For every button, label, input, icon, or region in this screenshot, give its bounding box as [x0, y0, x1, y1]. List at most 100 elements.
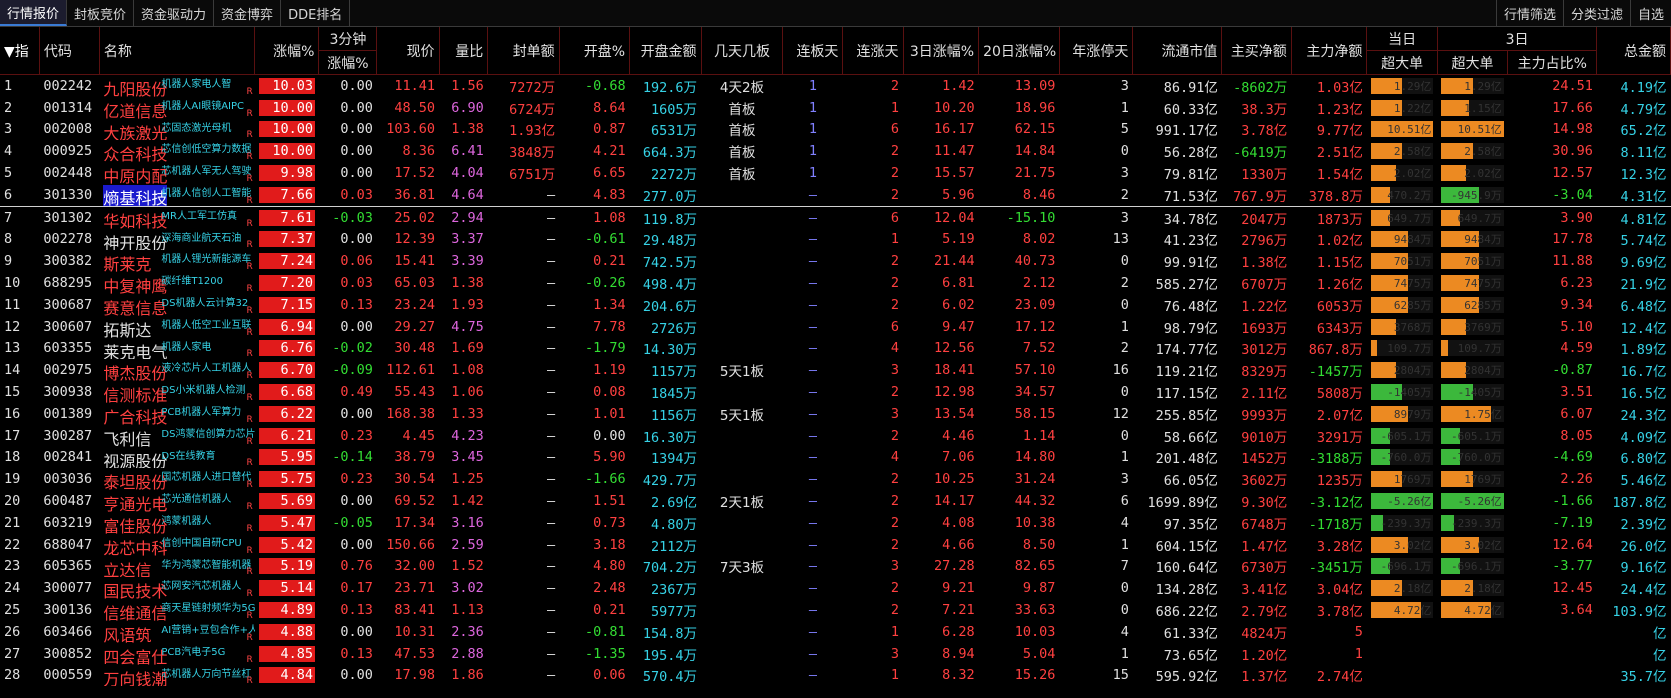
table-row[interactable]: 11 300687 赛意信息 DS机器人云计算32 R 7.15 0.13 23.24 1.93…: [0, 294, 1671, 316]
cell-name[interactable]: 中原内配 芯机器人军无人驾驶 R: [99, 162, 254, 184]
cell-name[interactable]: 赛意信息 DS机器人云计算32 R: [99, 294, 254, 316]
cell-name[interactable]: 熵基科技 机器人信创人工智能 R: [99, 183, 255, 207]
table-row[interactable]: 7 301302 华如科技 MR人工军工仿真 R 7.61 -0.03 25.02 2.94 – 1…: [0, 206, 1671, 229]
col-open-amount[interactable]: 开盘金额: [629, 27, 702, 75]
stock-name[interactable]: 博杰股份: [103, 360, 167, 381]
cell-name[interactable]: 视源股份 DS在线教育 R: [99, 447, 254, 469]
stock-name[interactable]: 信测标准: [103, 382, 167, 403]
col-volume-ratio[interactable]: 量比: [439, 27, 489, 75]
cell-code[interactable]: 301302: [39, 206, 99, 228]
cell-code[interactable]: 300607: [39, 316, 99, 338]
cell-code[interactable]: 002242: [39, 75, 99, 97]
cell-name[interactable]: 风语筑 AI营销+豆包合作+人形R: [99, 621, 254, 643]
table-row[interactable]: 21 603219 富佳股份 鸿蒙机器人 R 5.47 -0.05 17.34 3.16 – 0.7…: [0, 512, 1671, 534]
table-row[interactable]: 15 300938 信测标准 DS小米机器人检测 R 6.68 0.49 55.43 1.06–…: [0, 381, 1671, 403]
table-row[interactable]: 20 600487 亨通光电 芯光通信机器人 R 5.69 0.00 69.52 1.42 – 1.…: [0, 490, 1671, 512]
cell-code[interactable]: 001389: [39, 403, 99, 425]
col-rise-days[interactable]: 连涨天: [842, 27, 904, 75]
table-row[interactable]: 22 688047 龙芯中科 信创中国自研CPU R 5.42 0.00 150.66 2.59…: [0, 534, 1671, 556]
cell-code[interactable]: 300938: [39, 381, 99, 403]
cell-name[interactable]: 华如科技 MR人工军工仿真 R: [99, 206, 254, 229]
col-days-boards[interactable]: 几天几板: [701, 27, 784, 75]
cell-code[interactable]: 300287: [39, 425, 99, 447]
table-row[interactable]: 9 300382 斯莱克 机器人锂光新能源车 R 7.24 0.06 15.41 3.39–0.…: [0, 250, 1671, 272]
stock-name[interactable]: 中原内配: [103, 163, 167, 184]
stock-name[interactable]: 广合科技: [103, 404, 167, 425]
table-row[interactable]: 28 000559 万向钱潮 芯机器人万向节丝杠 R 4.84 0.00 17.98 1.86–…: [0, 665, 1671, 687]
cell-code[interactable]: 300077: [39, 577, 99, 599]
col-change-pct[interactable]: 涨幅%: [254, 27, 320, 75]
table-row[interactable]: 23 605365 立达信 华为鸿蒙芯智能机器 R 5.19 0.76 32.00 1.52–4…: [0, 556, 1671, 578]
cell-name[interactable]: 众合科技 芯信创低空算力数据 R: [99, 140, 254, 162]
stock-name[interactable]: 莱克电气: [103, 339, 167, 360]
watchlist-button[interactable]: 自选: [1629, 0, 1671, 26]
table-row[interactable]: 24 300077 国民技术 芯网安汽芯机器人 R 5.14 0.17 23.71 3.02 – 2…: [0, 577, 1671, 599]
table-row[interactable]: 13 603355 莱克电气 机器人家电 R 6.76 -0.02 30.48 1.69 – -1.…: [0, 338, 1671, 360]
stock-name[interactable]: 拓斯达: [103, 317, 151, 338]
table-row[interactable]: 17 300287 飞利信 DS鸿蒙信创算力芯片 R 6.21 0.23 4.45 4.23 – 0…: [0, 425, 1671, 447]
cell-name[interactable]: 立达信 华为鸿蒙芯智能机器 R: [99, 556, 254, 578]
col-year-limit-days[interactable]: 年涨停天: [1059, 27, 1134, 75]
col-main-net[interactable]: 主力净额: [1291, 27, 1368, 75]
stock-name[interactable]: 赛意信息: [103, 295, 167, 316]
table-row[interactable]: 4 000925 众合科技 芯信创低空算力数据 R 10.00 0.00 8.36 6.41 38…: [0, 140, 1671, 162]
stock-name[interactable]: 风语筑: [103, 622, 151, 643]
stock-name[interactable]: 立达信: [103, 557, 151, 578]
stock-name[interactable]: 亿道信息: [103, 98, 167, 119]
stock-name[interactable]: 富佳股份: [103, 513, 167, 534]
table-row[interactable]: 25300136信维通信商天星链射频华为5G天R4.890.1383.411.1…: [0, 599, 1671, 621]
col-index-sort[interactable]: ▼指: [0, 27, 40, 75]
stock-name[interactable]: 神开股份: [103, 230, 167, 251]
stock-name[interactable]: 熵基科技: [103, 184, 168, 206]
cell-code[interactable]: 600487: [39, 490, 99, 512]
cell-code[interactable]: 300382: [39, 250, 99, 272]
col-3day-pct[interactable]: 3日涨幅%: [903, 27, 980, 75]
cell-code[interactable]: 605365: [39, 556, 99, 578]
stock-name[interactable]: 亨通光电: [103, 491, 167, 512]
cell-code[interactable]: 603355: [39, 338, 99, 360]
stock-name[interactable]: 斯莱克: [103, 251, 151, 272]
col-3day-super[interactable]: 超大单: [1437, 50, 1509, 75]
col-seal-amount[interactable]: 封单额: [487, 27, 560, 75]
stock-name[interactable]: 信维通信: [103, 600, 167, 621]
cell-name[interactable]: 莱克电气 机器人家电 R: [99, 338, 254, 360]
col-total-amount[interactable]: 总金额: [1596, 27, 1671, 75]
table-row[interactable]: 3 002008 大族激光 芯固态激光母机 R 10.00 0.00 103.60 1.38 1.…: [0, 119, 1671, 141]
cell-name[interactable]: 龙芯中科 信创中国自研CPU R: [99, 534, 254, 556]
cell-name[interactable]: 拓斯达 机器人低空工业互联 R: [99, 316, 254, 338]
col-code[interactable]: 代码: [39, 27, 100, 75]
cell-code[interactable]: 000925: [39, 140, 99, 162]
table-row[interactable]: 6 301330 熵基科技 机器人信创人工智能 R 7.66 0.03 36.81 4.64–4…: [0, 183, 1671, 207]
cell-code[interactable]: 300687: [39, 294, 99, 316]
table-row[interactable]: 5 002448 中原内配 芯机器人军无人驾驶 R 9.98 0.00 17.52 4.04 67…: [0, 162, 1671, 184]
stock-name[interactable]: 华如科技: [103, 208, 167, 229]
stock-name[interactable]: 龙芯中科: [103, 535, 167, 556]
cell-code[interactable]: 301330: [39, 183, 100, 207]
tab-auction[interactable]: 封板竞价: [67, 0, 135, 26]
table-row[interactable]: 10 688295 中复神鹰 碳纤维T1200 R 7.20 0.03 65.03 1.38 – -…: [0, 272, 1671, 294]
cell-code[interactable]: 603466: [39, 621, 99, 643]
cell-name[interactable]: 泰坦股份 国芯机器人进口替代 R: [99, 468, 254, 490]
cell-name[interactable]: 博杰股份 液冷芯片人工机器人 R: [99, 359, 254, 381]
stock-name[interactable]: 视源股份: [103, 448, 167, 469]
table-row[interactable]: 19 003036 泰坦股份 国芯机器人进口替代 R 5.75 0.23 30.54 1.25–…: [0, 468, 1671, 490]
stock-name[interactable]: 中复神鹰: [103, 273, 167, 294]
col-main-ratio[interactable]: 主力占比%: [1507, 50, 1598, 75]
cell-code[interactable]: 002448: [39, 162, 99, 184]
cell-code[interactable]: 000559: [39, 665, 99, 687]
tab-fund-game[interactable]: 资金博弈: [214, 0, 282, 26]
table-row[interactable]: 27 300852 四会富仕 PCB汽电子5G R 4.85 0.13 47.53 2.88 – -…: [0, 643, 1671, 665]
cell-name[interactable]: 信维通信商天星链射频华为5G天R: [99, 599, 254, 621]
cell-code[interactable]: 688295: [39, 272, 99, 294]
cell-name[interactable]: 亨通光电 芯光通信机器人 R: [99, 490, 254, 512]
stock-name[interactable]: 飞利信: [103, 426, 151, 447]
cell-code[interactable]: 002278: [39, 229, 99, 251]
cell-name[interactable]: 万向钱潮 芯机器人万向节丝杠 R: [99, 665, 254, 687]
tab-dde-rank[interactable]: DDE排名: [281, 0, 351, 26]
cell-code[interactable]: 603219: [39, 512, 99, 534]
cell-name[interactable]: 神开股份 深海商业航天石油 R: [99, 229, 254, 251]
tab-quote[interactable]: 行情报价: [0, 0, 68, 26]
col-price[interactable]: 现价: [376, 27, 440, 75]
cell-code[interactable]: 300852: [39, 643, 99, 665]
stock-name[interactable]: 大族激光: [103, 120, 167, 141]
